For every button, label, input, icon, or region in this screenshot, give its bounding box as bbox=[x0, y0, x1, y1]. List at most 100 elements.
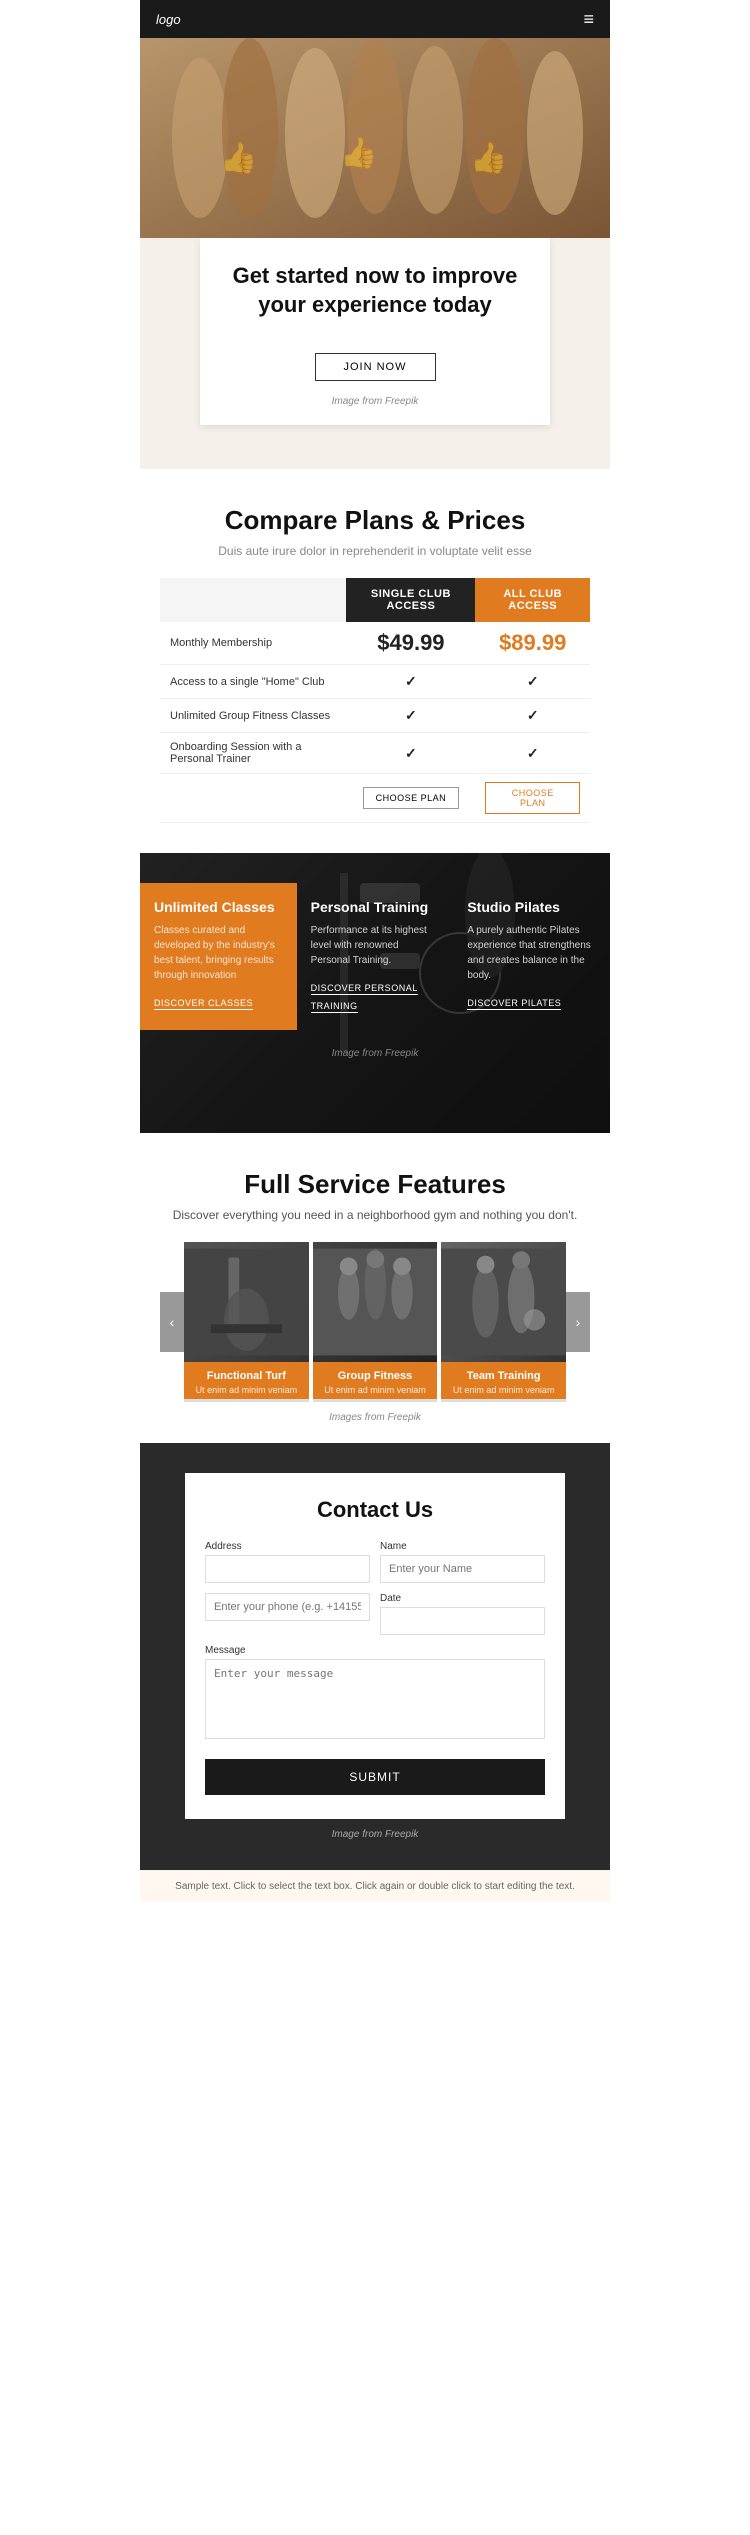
services-section: Unlimited Classes Classes curated and de… bbox=[140, 853, 610, 1133]
contact-section: Contact Us Address Name Date Message bbox=[140, 1443, 610, 1870]
message-label: Message bbox=[205, 1645, 545, 1656]
check-single-4: ✓ bbox=[346, 733, 475, 774]
footer-note: Sample text. Click to select the text bo… bbox=[140, 1870, 610, 1902]
features-subtitle: Discover everything you need in a neighb… bbox=[160, 1208, 590, 1222]
feature-img-turf bbox=[184, 1242, 309, 1362]
message-group: Message bbox=[205, 1645, 545, 1739]
feature-cards-wrapper: Functional Turf Ut enim ad minim veniam bbox=[184, 1242, 566, 1402]
service-pilates-desc: A purely authentic Pilates experience th… bbox=[467, 923, 596, 983]
svg-text:👍: 👍 bbox=[220, 140, 257, 175]
date-label: Date bbox=[380, 1593, 545, 1604]
service-unlimited: Unlimited Classes Classes curated and de… bbox=[140, 883, 297, 1030]
table-row: Onboarding Session with a Personal Train… bbox=[160, 733, 590, 774]
feature-title-group: Group Fitness bbox=[321, 1370, 430, 1382]
navbar: logo ≡ bbox=[140, 0, 610, 38]
address-label: Address bbox=[205, 1541, 370, 1552]
contact-title: Contact Us bbox=[205, 1497, 545, 1523]
service-unlimited-desc: Classes curated and developed by the ind… bbox=[154, 923, 283, 983]
feature-img-group bbox=[313, 1242, 438, 1362]
choose-plan-row: CHOOSE PLAN CHOOSE PLAN bbox=[160, 774, 590, 823]
features-title: Full Service Features bbox=[160, 1169, 590, 1200]
carousel-prev-button[interactable]: ‹ bbox=[160, 1292, 184, 1352]
col-all-header: ALL CLUB ACCESS bbox=[475, 578, 590, 622]
check-all-3: ✓ bbox=[475, 699, 590, 733]
row-label-membership: Monthly Membership bbox=[160, 622, 346, 665]
feature-label-group: Group Fitness Ut enim ad minim veniam bbox=[313, 1362, 438, 1399]
service-pilates-title: Studio Pilates bbox=[467, 899, 596, 915]
service-personal-title: Personal Training bbox=[311, 899, 440, 915]
feature-title-team: Team Training bbox=[449, 1370, 558, 1382]
hero-image: 👍 👍 👍 bbox=[140, 38, 610, 238]
features-section: Full Service Features Discover everythin… bbox=[140, 1133, 610, 1443]
choose-all-button[interactable]: CHOOSE PLAN bbox=[485, 782, 580, 814]
row-label-group-fitness: Unlimited Group Fitness Classes bbox=[160, 699, 346, 733]
row-label-trainer: Onboarding Session with a Personal Train… bbox=[160, 733, 346, 774]
feature-img-team bbox=[441, 1242, 566, 1362]
hero-people-svg: 👍 👍 👍 bbox=[140, 38, 610, 238]
contact-row-2: Date bbox=[205, 1593, 545, 1635]
pricing-table: SINGLE CLUB ACCESS ALL CLUB ACCESS Month… bbox=[160, 578, 590, 823]
service-unlimited-title: Unlimited Classes bbox=[154, 899, 283, 915]
services-content: Unlimited Classes Classes curated and de… bbox=[140, 853, 610, 1040]
choose-all-cell: CHOOSE PLAN bbox=[475, 774, 590, 823]
check-all-4: ✓ bbox=[475, 733, 590, 774]
svg-text:👍: 👍 bbox=[340, 135, 377, 170]
svg-text:👍: 👍 bbox=[470, 140, 507, 175]
services-image-credit: Image from Freepik bbox=[140, 1040, 610, 1067]
choose-empty bbox=[160, 774, 346, 823]
address-group: Address bbox=[205, 1541, 370, 1583]
feature-card-group: Group Fitness Ut enim ad minim veniam bbox=[313, 1242, 438, 1402]
date-group: Date bbox=[380, 1593, 545, 1635]
feature-desc-team: Ut enim ad minim veniam bbox=[449, 1385, 558, 1395]
service-pilates-link[interactable]: DISCOVER PILATES bbox=[467, 998, 561, 1010]
table-row: Monthly Membership $49.99 $89.99 bbox=[160, 622, 590, 665]
team-svg bbox=[441, 1242, 566, 1362]
service-unlimited-link[interactable]: DISCOVER CLASSES bbox=[154, 998, 253, 1010]
features-carousel: ‹ Functional Turf Ut enim ad minim venia… bbox=[160, 1242, 590, 1402]
contact-image-credit: Image from Freepik bbox=[156, 1829, 594, 1840]
name-group: Name bbox=[380, 1541, 545, 1583]
compare-subtitle: Duis aute irure dolor in reprehenderit i… bbox=[160, 544, 590, 558]
choose-single-button[interactable]: CHOOSE PLAN bbox=[363, 787, 460, 809]
date-input[interactable] bbox=[380, 1607, 545, 1635]
check-single-2: ✓ bbox=[346, 665, 475, 699]
table-row: Unlimited Group Fitness Classes ✓ ✓ bbox=[160, 699, 590, 733]
price-all: $89.99 bbox=[475, 622, 590, 665]
contact-row-1: Address Name bbox=[205, 1541, 545, 1583]
features-image-credit: Images from Freepik bbox=[160, 1412, 590, 1423]
submit-button[interactable]: SUBMIT bbox=[205, 1759, 545, 1795]
compare-section: Compare Plans & Prices Duis aute irure d… bbox=[140, 469, 610, 853]
turf-svg bbox=[184, 1242, 309, 1362]
service-personal-link[interactable]: DISCOVER PERSONAL TRAINING bbox=[311, 983, 418, 1013]
join-now-button[interactable]: JOIN NOW bbox=[315, 353, 436, 381]
table-row: Access to a single "Home" Club ✓ ✓ bbox=[160, 665, 590, 699]
carousel-next-button[interactable]: › bbox=[566, 1292, 590, 1352]
col-single-header: SINGLE CLUB ACCESS bbox=[346, 578, 475, 622]
feature-label-team: Team Training Ut enim ad minim veniam bbox=[441, 1362, 566, 1399]
price-single: $49.99 bbox=[346, 622, 475, 665]
service-personal-desc: Performance at its highest level with re… bbox=[311, 923, 440, 968]
service-pilates: Studio Pilates A purely authentic Pilate… bbox=[453, 883, 610, 1030]
group-svg bbox=[313, 1242, 438, 1362]
name-label: Name bbox=[380, 1541, 545, 1552]
check-single-3: ✓ bbox=[346, 699, 475, 733]
address-input[interactable] bbox=[205, 1555, 370, 1583]
choose-single-cell: CHOOSE PLAN bbox=[346, 774, 475, 823]
phone-group bbox=[205, 1593, 370, 1635]
compare-title: Compare Plans & Prices bbox=[160, 505, 590, 536]
name-input[interactable] bbox=[380, 1555, 545, 1583]
phone-input[interactable] bbox=[205, 1593, 370, 1621]
feature-card-team: Team Training Ut enim ad minim veniam bbox=[441, 1242, 566, 1402]
feature-label-turf: Functional Turf Ut enim ad minim veniam bbox=[184, 1362, 309, 1399]
service-personal: Personal Training Performance at its hig… bbox=[297, 883, 454, 1030]
feature-desc-group: Ut enim ad minim veniam bbox=[321, 1385, 430, 1395]
col-empty-header bbox=[160, 578, 346, 622]
hero-card: Get started now to improve your experien… bbox=[200, 238, 550, 425]
logo: logo bbox=[156, 12, 181, 27]
message-textarea[interactable] bbox=[205, 1659, 545, 1739]
hamburger-menu[interactable]: ≡ bbox=[583, 9, 594, 30]
feature-title-turf: Functional Turf bbox=[192, 1370, 301, 1382]
hero-headline: Get started now to improve your experien… bbox=[220, 262, 530, 319]
footer-text: Sample text. Click to select the text bo… bbox=[175, 1881, 575, 1892]
feature-card-turf: Functional Turf Ut enim ad minim veniam bbox=[184, 1242, 309, 1402]
